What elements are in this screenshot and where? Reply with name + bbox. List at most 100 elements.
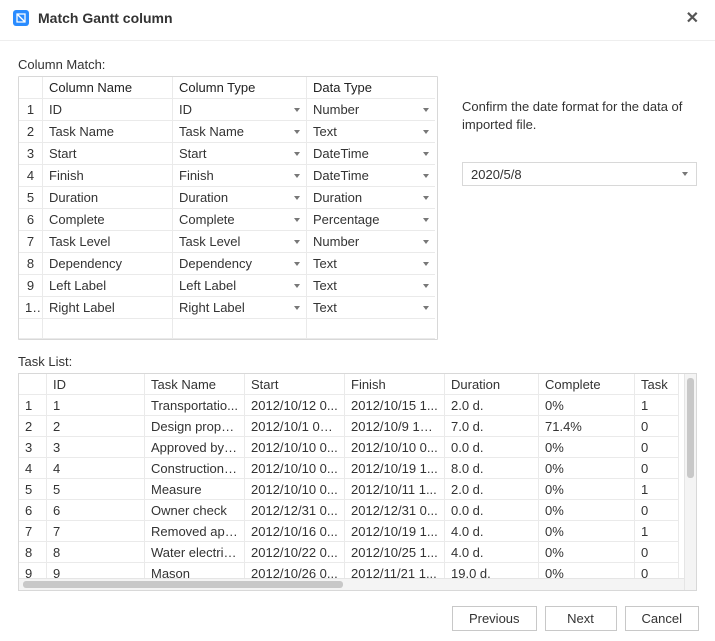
row-column-type-dropdown[interactable]: Left Label — [173, 275, 307, 297]
chevron-down-icon — [294, 306, 300, 310]
cell-task: 1 — [635, 395, 679, 416]
column-match-row[interactable]: 5DurationDurationDuration — [19, 187, 437, 209]
row-data-type-dropdown[interactable]: Text — [307, 121, 435, 143]
row-index: 7 — [19, 521, 47, 542]
row-index: 10 — [19, 297, 43, 319]
cell-task: 0 — [635, 500, 679, 521]
cell-name: Measure — [145, 479, 245, 500]
cell-duration: 2.0 d. — [445, 395, 539, 416]
row-column-type-dropdown[interactable]: Dependency — [173, 253, 307, 275]
row-data-type-dropdown[interactable]: Text — [307, 275, 435, 297]
horizontal-scrollbar[interactable] — [19, 578, 684, 590]
scrollbar-thumb[interactable] — [687, 378, 694, 478]
column-match-row[interactable]: 7Task LevelTask LevelNumber — [19, 231, 437, 253]
row-data-type-dropdown[interactable]: Number — [307, 231, 435, 253]
column-match-row[interactable]: 4FinishFinishDateTime — [19, 165, 437, 187]
row-data-type-dropdown[interactable]: Text — [307, 253, 435, 275]
task-list-row[interactable]: 44Construction ...2012/10/10 0...2012/10… — [19, 458, 696, 479]
row-data-type-dropdown[interactable]: Number — [307, 99, 435, 121]
close-button[interactable]: ✕ — [682, 8, 703, 28]
date-format-dropdown[interactable]: 2020/5/8 — [462, 162, 697, 186]
row-column-type-dropdown[interactable]: Duration — [173, 187, 307, 209]
cancel-button[interactable]: Cancel — [625, 606, 699, 631]
row-data-type-dropdown[interactable]: DateTime — [307, 165, 435, 187]
task-list-row[interactable]: 11Transportatio...2012/10/12 0...2012/10… — [19, 395, 696, 416]
cell-name: Transportatio... — [145, 395, 245, 416]
row-column-type-dropdown[interactable]: Task Name — [173, 121, 307, 143]
task-list-row[interactable]: 33Approved by ...2012/10/10 0...2012/10/… — [19, 437, 696, 458]
row-index: 6 — [19, 500, 47, 521]
chevron-down-icon — [294, 196, 300, 200]
tl-header-duration: Duration — [445, 374, 539, 395]
cell-start: 2012/10/12 0... — [245, 395, 345, 416]
task-list-table: ID Task Name Start Finish Duration Compl… — [18, 373, 697, 591]
cell-name: Approved by ... — [145, 437, 245, 458]
cell-task: 0 — [635, 416, 679, 437]
column-match-row[interactable]: 2Task NameTask NameText — [19, 121, 437, 143]
task-list-row[interactable]: 88Water electric...2012/10/22 0...2012/1… — [19, 542, 696, 563]
chevron-down-icon — [294, 218, 300, 222]
chevron-down-icon — [423, 174, 429, 178]
row-column-type-dropdown[interactable]: Right Label — [173, 297, 307, 319]
next-button[interactable]: Next — [545, 606, 617, 631]
column-match-row[interactable]: 3StartStartDateTime — [19, 143, 437, 165]
column-match-row[interactable]: 8DependencyDependencyText — [19, 253, 437, 275]
task-list-row[interactable]: 77Removed app...2012/10/16 0...2012/10/1… — [19, 521, 696, 542]
row-data-type-dropdown[interactable]: Duration — [307, 187, 435, 209]
row-column-type-dropdown[interactable]: Task Level — [173, 231, 307, 253]
cell-duration: 8.0 d. — [445, 458, 539, 479]
task-list-row[interactable]: 55Measure2012/10/10 0...2012/10/11 1...2… — [19, 479, 696, 500]
cell-name: Construction ... — [145, 458, 245, 479]
row-data-type-dropdown[interactable]: Text — [307, 297, 435, 319]
row-column-name: Finish — [43, 165, 173, 187]
row-column-name: Task Level — [43, 231, 173, 253]
row-column-name: Complete — [43, 209, 173, 231]
task-list-row[interactable]: 66Owner check2012/12/31 0...2012/12/31 0… — [19, 500, 696, 521]
cell-start: 2012/12/31 0... — [245, 500, 345, 521]
chevron-down-icon — [294, 152, 300, 156]
cell-finish: 2012/10/10 0... — [345, 437, 445, 458]
row-column-type-dropdown[interactable]: ID — [173, 99, 307, 121]
row-index: 6 — [19, 209, 43, 231]
row-column-type-dropdown[interactable]: Complete — [173, 209, 307, 231]
column-match-row[interactable]: 6CompleteCompletePercentage — [19, 209, 437, 231]
cell-name: Design propo... — [145, 416, 245, 437]
vertical-scrollbar[interactable] — [684, 374, 696, 590]
scrollbar-thumb[interactable] — [23, 581, 343, 588]
chevron-down-icon — [294, 130, 300, 134]
row-column-type-dropdown[interactable]: Start — [173, 143, 307, 165]
cell-finish: 2012/10/11 1... — [345, 479, 445, 500]
cell-task: 0 — [635, 437, 679, 458]
column-match-row[interactable]: 1IDIDNumber — [19, 99, 437, 121]
cell-id: 1 — [47, 395, 145, 416]
row-index: 2 — [19, 416, 47, 437]
row-data-type-dropdown[interactable]: DateTime — [307, 143, 435, 165]
row-index: 4 — [19, 165, 43, 187]
date-format-value: 2020/5/8 — [471, 167, 522, 182]
column-match-row[interactable]: 10Right LabelRight LabelText — [19, 297, 437, 319]
cell-task: 1 — [635, 521, 679, 542]
cell-id: 7 — [47, 521, 145, 542]
task-list-header: ID Task Name Start Finish Duration Compl… — [19, 374, 696, 395]
row-data-type-dropdown[interactable]: Percentage — [307, 209, 435, 231]
task-list-row[interactable]: 22Design propo...2012/10/1 08:...2012/10… — [19, 416, 696, 437]
chevron-down-icon — [423, 262, 429, 266]
row-index: 8 — [19, 542, 47, 563]
column-match-row[interactable]: 9Left LabelLeft LabelText — [19, 275, 437, 297]
cell-start: 2012/10/22 0... — [245, 542, 345, 563]
row-column-name: Right Label — [43, 297, 173, 319]
row-index: 5 — [19, 479, 47, 500]
cell-start: 2012/10/10 0... — [245, 437, 345, 458]
cell-id: 4 — [47, 458, 145, 479]
col-header-type: Column Type — [173, 77, 307, 99]
cell-id: 8 — [47, 542, 145, 563]
row-column-type-dropdown[interactable]: Finish — [173, 165, 307, 187]
row-column-name: Task Name — [43, 121, 173, 143]
cell-duration: 4.0 d. — [445, 542, 539, 563]
cell-complete: 0% — [539, 395, 635, 416]
cell-id: 2 — [47, 416, 145, 437]
previous-button[interactable]: Previous — [452, 606, 537, 631]
row-column-name: Dependency — [43, 253, 173, 275]
row-index: 1 — [19, 99, 43, 121]
tl-header-name: Task Name — [145, 374, 245, 395]
